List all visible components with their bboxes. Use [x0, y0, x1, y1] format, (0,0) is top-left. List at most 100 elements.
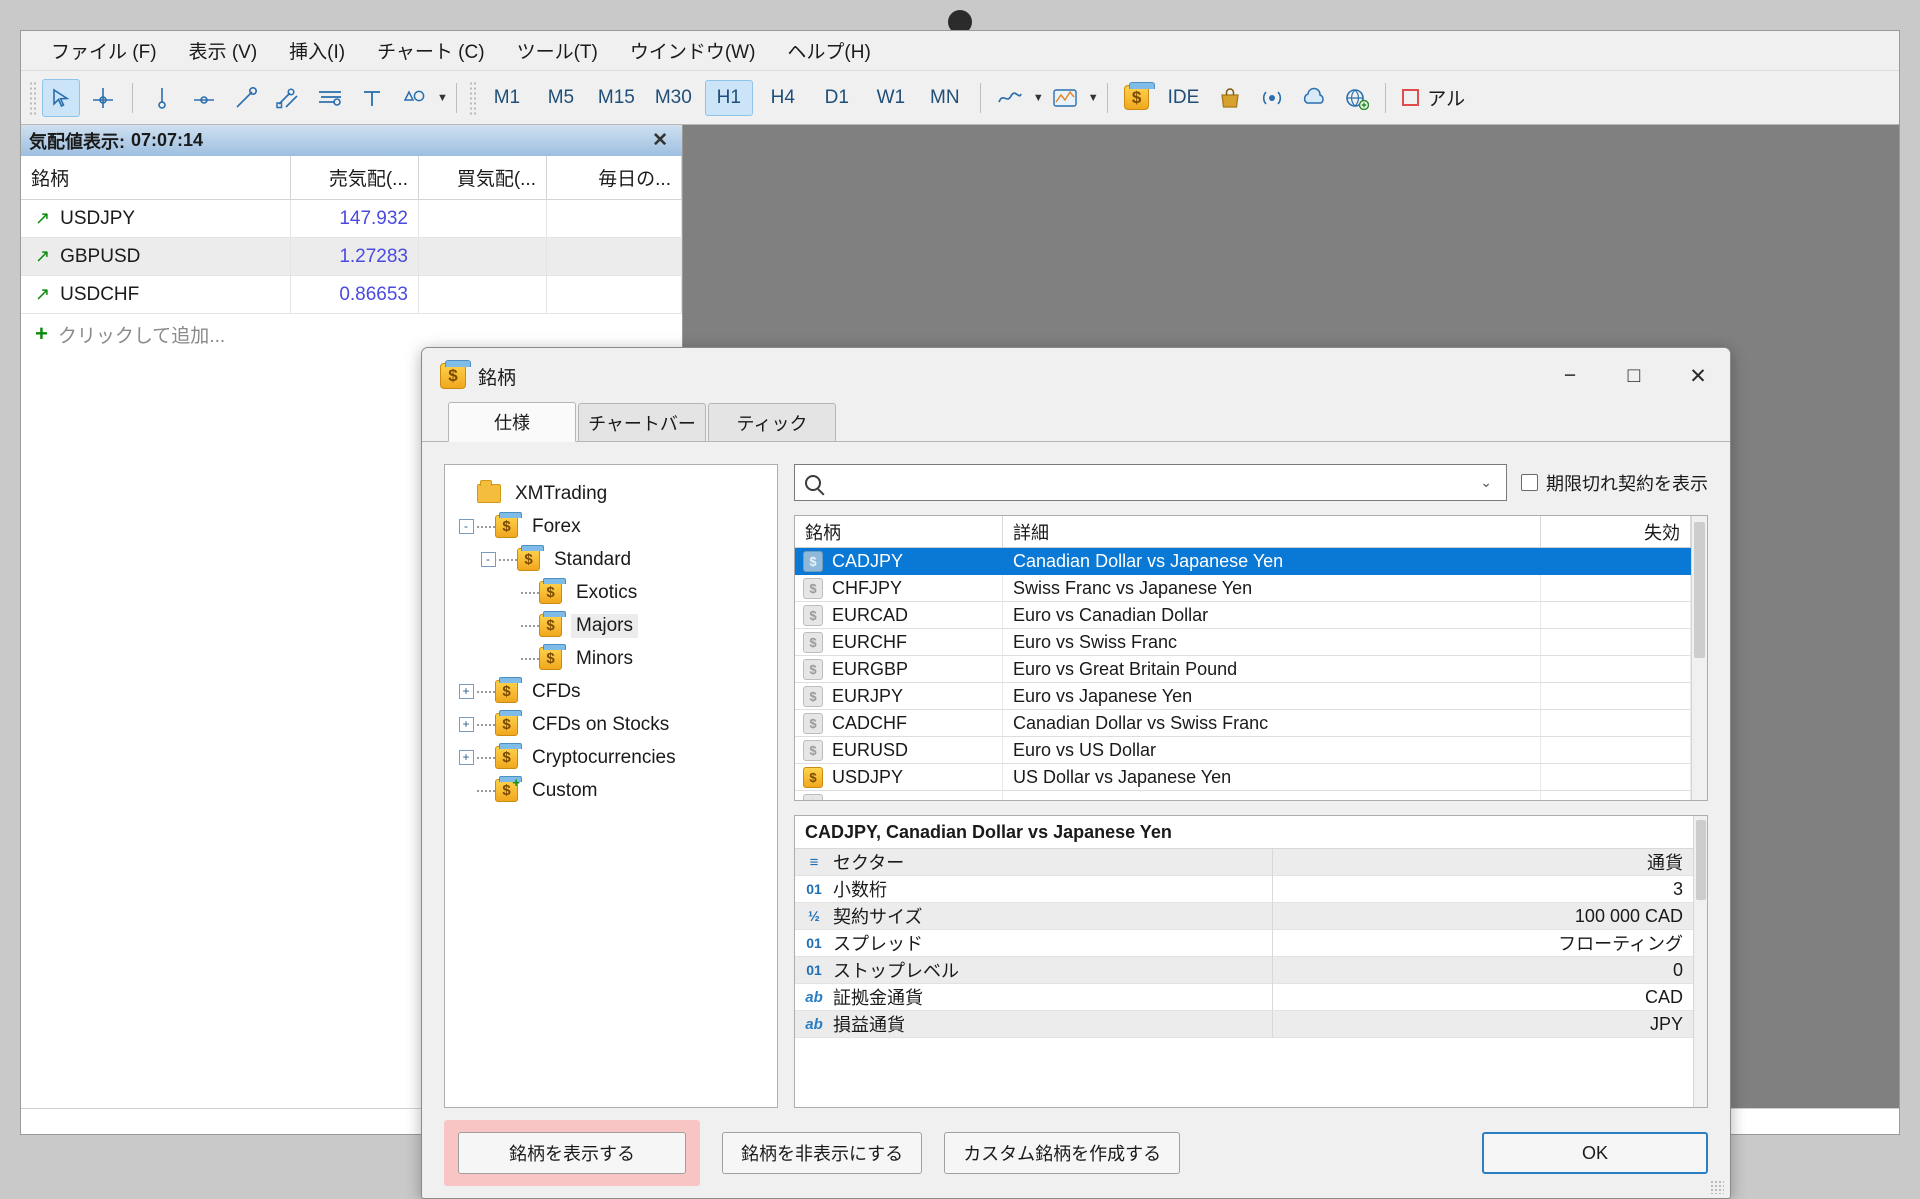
tree-node-forex[interactable]: - $ Forex: [455, 510, 773, 543]
expand-toggle-icon[interactable]: +: [458, 750, 474, 765]
table-row[interactable]: $ EURUSD Euro vs US Dollar: [795, 737, 1691, 764]
market-icon[interactable]: [1211, 79, 1249, 117]
search-combobox[interactable]: ⌄: [794, 464, 1507, 501]
vertical-line-icon[interactable]: [143, 79, 181, 117]
cloud-icon[interactable]: [1295, 79, 1333, 117]
symbol-tree[interactable]: XMTrading - $ Forex - $ Standard $ Exoti…: [444, 464, 778, 1108]
chart-type-caret-icon[interactable]: ▼: [1033, 92, 1044, 104]
property-row[interactable]: ab 証拠金通貨 CAD: [795, 984, 1693, 1011]
search-input[interactable]: [829, 471, 1473, 494]
cursor-select-icon[interactable]: [42, 78, 80, 117]
table-row[interactable]: $ EURJPY Euro vs Japanese Yen: [795, 683, 1691, 710]
property-row[interactable]: 01 ストップレベル 0: [795, 957, 1693, 984]
table-row[interactable]: $ CHFJPY Swiss Franc vs Japanese Yen: [795, 575, 1691, 602]
indicators-icon[interactable]: [1046, 79, 1084, 117]
checkbox-icon[interactable]: [1521, 474, 1538, 491]
tab-ticks[interactable]: ティック: [708, 403, 836, 441]
indicators-caret-icon[interactable]: ▼: [1088, 92, 1099, 104]
timeframe-m1[interactable]: M1: [483, 80, 531, 116]
tree-node-cfds[interactable]: + $ CFDs: [455, 675, 773, 708]
crosshair-icon[interactable]: [84, 79, 122, 117]
menu-help[interactable]: ヘルプ(H): [771, 31, 886, 70]
timeframe-m5[interactable]: M5: [537, 80, 585, 116]
table-row-partial[interactable]: $: [795, 791, 1691, 800]
tab-specification[interactable]: 仕様: [448, 402, 576, 442]
toolbar-grip[interactable]: [29, 80, 36, 115]
menu-view[interactable]: 表示 (V): [173, 31, 274, 70]
column-header-daily[interactable]: 毎日の...: [547, 156, 682, 199]
line-chart-icon[interactable]: [991, 79, 1029, 117]
equidistant-channel-icon[interactable]: [269, 79, 307, 117]
menu-window[interactable]: ウインドウ(W): [614, 31, 772, 70]
close-icon[interactable]: ✕: [1666, 349, 1730, 403]
tree-node-exotics[interactable]: $ Exotics: [455, 576, 773, 609]
ok-button[interactable]: OK: [1482, 1132, 1708, 1174]
menu-insert[interactable]: 挿入(I): [273, 31, 361, 70]
minimize-icon[interactable]: −: [1538, 349, 1602, 403]
tree-node-cfds-on-stocks[interactable]: + $ CFDs on Stocks: [455, 708, 773, 741]
table-row[interactable]: $ EURGBP Euro vs Great Britain Pound: [795, 656, 1691, 683]
symbol-table-scrollbar[interactable]: [1691, 516, 1707, 800]
collapse-toggle-icon[interactable]: -: [480, 552, 496, 567]
table-row[interactable]: $ EURCHF Euro vs Swiss Franc: [795, 629, 1691, 656]
market-watch-row[interactable]: ↗ GBPUSD 1.27283: [21, 238, 682, 276]
shapes-icon[interactable]: [395, 79, 433, 117]
menu-tools[interactable]: ツール(T): [501, 31, 614, 70]
market-watch-row[interactable]: ↗ USDCHF 0.86653: [21, 276, 682, 314]
timeframe-m30[interactable]: M30: [648, 80, 699, 116]
menu-chart[interactable]: チャート (C): [361, 31, 500, 70]
tab-chart-bars[interactable]: チャートバー: [578, 403, 706, 441]
create-custom-symbol-button[interactable]: カスタム銘柄を作成する: [944, 1132, 1181, 1174]
signals-icon[interactable]: [1253, 79, 1291, 117]
text-label-icon[interactable]: [353, 79, 391, 117]
show-symbol-button[interactable]: 銘柄を表示する: [458, 1132, 686, 1174]
tree-node-minors[interactable]: $ Minors: [455, 642, 773, 675]
tree-node-cryptocurrencies[interactable]: + $ Cryptocurrencies: [455, 741, 773, 774]
tree-node-standard[interactable]: - $ Standard: [455, 543, 773, 576]
column-header-detail[interactable]: 詳細: [1003, 516, 1541, 547]
menu-file[interactable]: ファイル (F): [35, 31, 173, 70]
horizontal-line-icon[interactable]: [185, 79, 223, 117]
timeframe-w1[interactable]: W1: [867, 80, 915, 116]
close-icon[interactable]: ✕: [646, 129, 674, 152]
market-watch-row[interactable]: ↗ USDJPY 147.932: [21, 200, 682, 238]
expand-toggle-icon[interactable]: +: [458, 684, 474, 699]
scrollbar-thumb[interactable]: [1696, 820, 1706, 900]
column-header-sell[interactable]: 売気配(...: [291, 156, 419, 199]
scrollbar-thumb[interactable]: [1694, 522, 1705, 658]
ide-button[interactable]: IDE: [1158, 80, 1210, 116]
collapse-toggle-icon[interactable]: -: [458, 519, 474, 534]
vps-icon[interactable]: [1337, 79, 1375, 117]
resize-grip[interactable]: [1710, 1180, 1724, 1194]
show-expired-checkbox[interactable]: 期限切れ契約を表示: [1521, 470, 1708, 496]
trendline-icon[interactable]: [227, 79, 265, 117]
column-header-expiry[interactable]: 失効: [1541, 516, 1691, 547]
alert-button[interactable]: アル: [1394, 80, 1473, 116]
property-row[interactable]: ≡ セクター 通貨: [795, 849, 1693, 876]
tree-node-majors[interactable]: $ Majors: [455, 609, 773, 642]
column-header-buy[interactable]: 買気配(...: [419, 156, 547, 199]
timeframe-h4[interactable]: H4: [759, 80, 807, 116]
maximize-icon[interactable]: □: [1602, 349, 1666, 403]
property-row[interactable]: ½ 契約サイズ 100 000 CAD: [795, 903, 1693, 930]
fibonacci-icon[interactable]: [311, 79, 349, 117]
table-row[interactable]: $ CADJPY Canadian Dollar vs Japanese Yen: [795, 548, 1691, 575]
hide-symbol-button[interactable]: 銘柄を非表示にする: [722, 1132, 923, 1174]
dialog-titlebar[interactable]: $ 銘柄 − □ ✕: [422, 348, 1730, 404]
timeframe-h1[interactable]: H1: [704, 79, 753, 116]
tree-node-custom[interactable]: $ Custom: [455, 774, 773, 807]
timeframe-mn[interactable]: MN: [921, 80, 969, 116]
property-row[interactable]: 01 小数桁 3: [795, 876, 1693, 903]
table-row[interactable]: $ EURCAD Euro vs Canadian Dollar: [795, 602, 1691, 629]
expand-toggle-icon[interactable]: +: [458, 717, 474, 732]
properties-scrollbar[interactable]: [1693, 816, 1707, 1107]
table-row[interactable]: $ USDJPY US Dollar vs Japanese Yen: [795, 764, 1691, 791]
timeframe-d1[interactable]: D1: [813, 80, 861, 116]
property-row[interactable]: 01 スプレッド フローティング: [795, 930, 1693, 957]
tree-node-xmtrading[interactable]: XMTrading: [455, 477, 773, 510]
symbols-icon[interactable]: $: [1118, 79, 1156, 117]
column-header-symbol[interactable]: 銘柄: [795, 516, 1003, 547]
timeframe-grip[interactable]: [468, 80, 476, 115]
chevron-down-icon[interactable]: ⌄: [1472, 474, 1500, 491]
table-row[interactable]: $ CADCHF Canadian Dollar vs Swiss Franc: [795, 710, 1691, 737]
